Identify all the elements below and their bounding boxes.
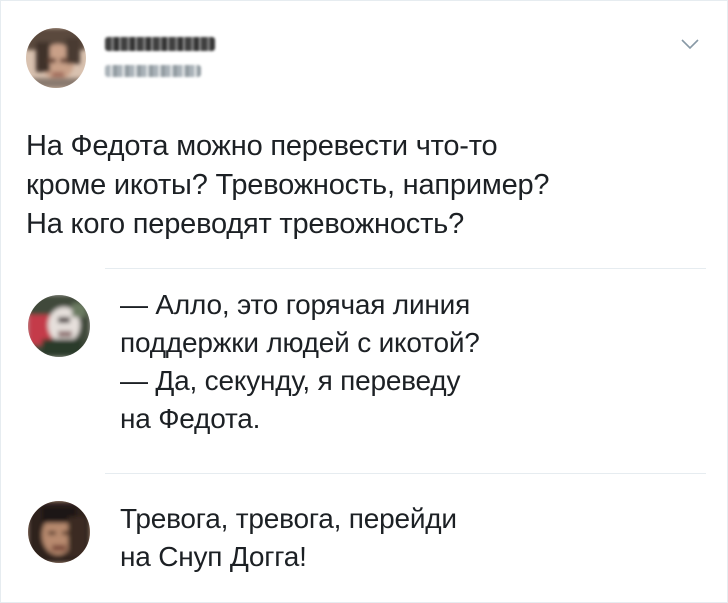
author-handle-obscured[interactable] <box>105 65 201 77</box>
avatar-blurred-icon <box>28 295 90 357</box>
reply-avatar[interactable] <box>28 501 90 563</box>
reply-text: — Алло, это горячая линия поддержки люде… <box>120 289 480 434</box>
author-avatar[interactable] <box>26 28 86 88</box>
author-name-obscured[interactable] <box>105 37 215 51</box>
reply-divider <box>105 473 706 474</box>
author-info[interactable] <box>105 37 215 77</box>
reply-text: Тревога, тревога, перейди на Снуп Догга! <box>120 503 457 572</box>
chevron-down-icon <box>681 39 699 50</box>
reply-avatar[interactable] <box>28 295 90 357</box>
tweet-menu-button[interactable] <box>679 37 701 51</box>
tweet-text: На Федота можно перевести что-то кроме и… <box>26 130 550 240</box>
avatar-blurred-icon <box>26 28 86 88</box>
avatar-blurred-icon <box>28 501 90 563</box>
reply-divider <box>105 268 706 269</box>
tweet-card: На Федота можно перевести что-то кроме и… <box>0 0 728 603</box>
